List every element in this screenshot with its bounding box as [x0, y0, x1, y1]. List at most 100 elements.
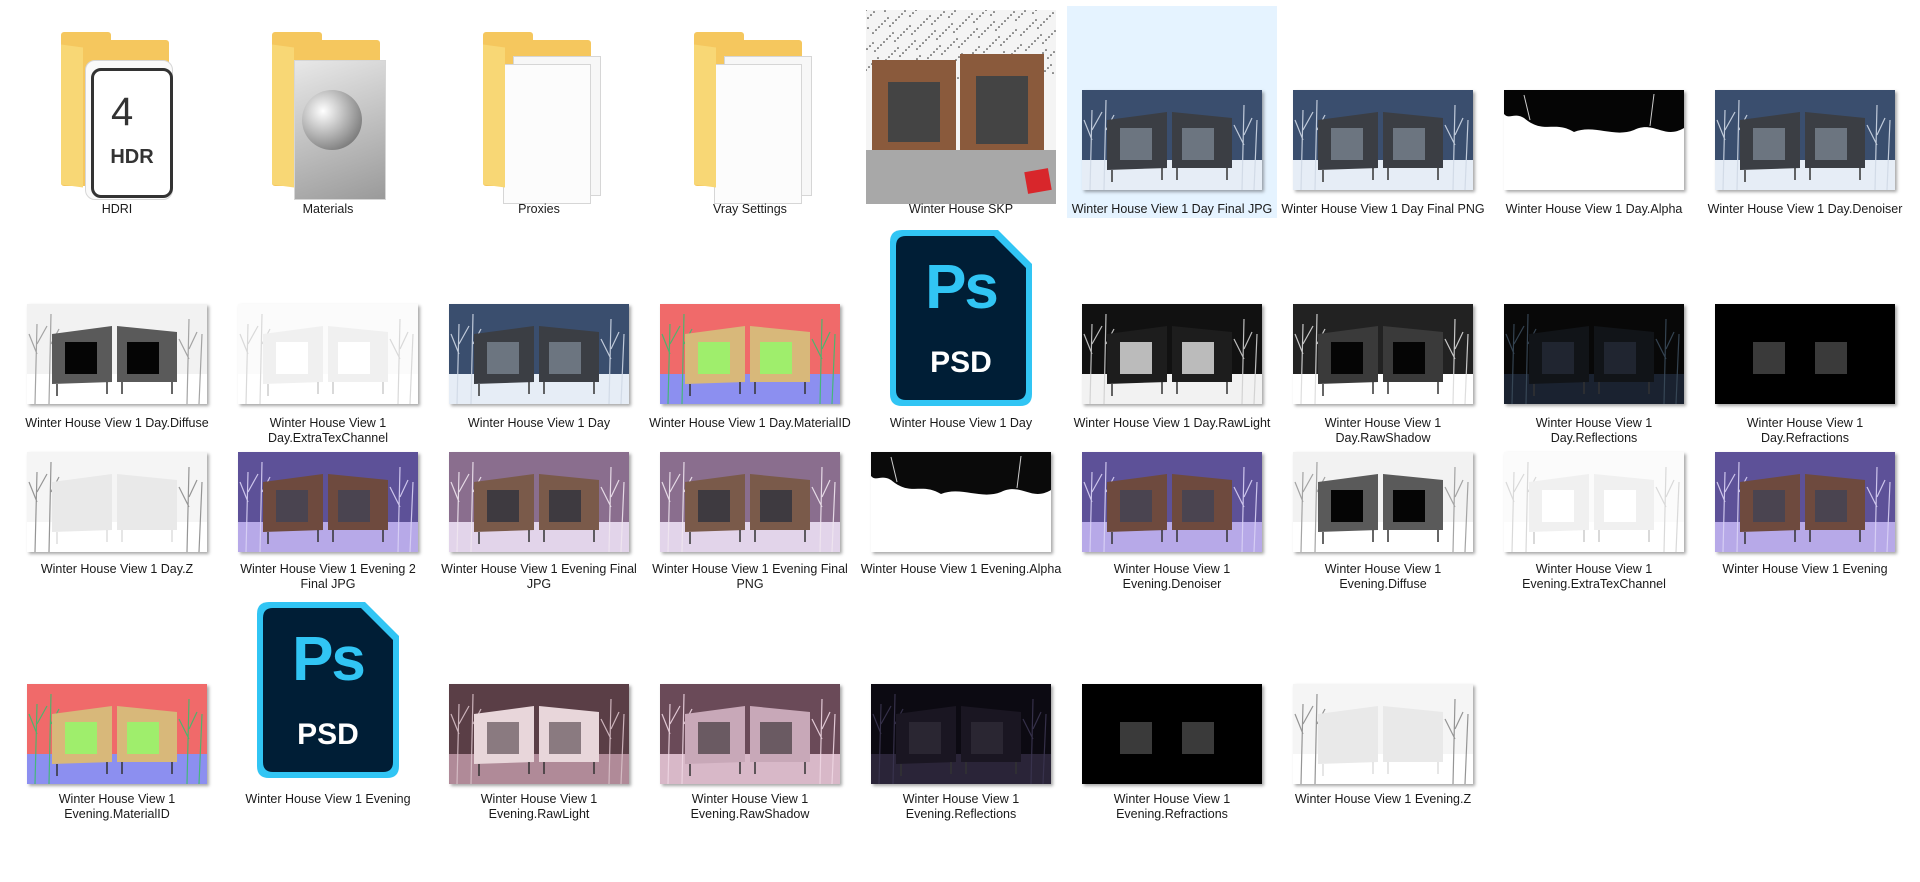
- file-item[interactable]: Winter House View 1 Evening: [1700, 444, 1910, 594]
- file-item[interactable]: Winter House View 1 Evening Final PNG: [645, 444, 855, 594]
- image-thumbnail: [660, 304, 840, 404]
- folder-icon: [469, 20, 609, 204]
- image-thumbnail: [1504, 452, 1684, 552]
- image-thumbnail: [27, 452, 207, 552]
- file-name: Winter House View 1 Day.Denoiser: [1707, 202, 1903, 216]
- file-item[interactable]: Winter House View 1 Day Final JPG: [1067, 6, 1277, 218]
- image-thumbnail: [27, 684, 207, 784]
- file-item[interactable]: Winter House View 1 Day.Denoiser: [1700, 6, 1910, 218]
- image-thumbnail: [27, 304, 207, 404]
- file-name: Winter House View 1 Day.RawShadow: [1324, 416, 1442, 445]
- image-thumbnail: [1715, 304, 1895, 404]
- file-item[interactable]: Winter House View 1 Evening.RawLight: [434, 596, 644, 826]
- image-thumbnail: [1504, 90, 1684, 190]
- image-thumbnail: [449, 452, 629, 552]
- file-name: Winter House View 1 Evening.RawLight: [480, 792, 598, 821]
- file-item[interactable]: Ps PSD Winter House View 1 Evening: [223, 596, 433, 826]
- file-name: Winter House View 1 Evening: [245, 792, 411, 806]
- file-item[interactable]: Vray Settings: [645, 6, 855, 218]
- file-name: Winter House SKP: [908, 202, 1014, 216]
- file-item[interactable]: Winter House View 1 Day.RawLight: [1067, 220, 1277, 450]
- file-item[interactable]: Winter House View 1 Evening.Z: [1278, 596, 1488, 826]
- image-thumbnail: [871, 684, 1051, 784]
- image-thumbnail: [1082, 452, 1262, 552]
- file-name: Proxies: [518, 202, 560, 216]
- file-item[interactable]: Winter House View 1 Evening.RawShadow: [645, 596, 855, 826]
- image-thumbnail: [660, 452, 840, 552]
- skp-thumbnail: [866, 10, 1056, 204]
- file-name: Winter House View 1 Day Final PNG: [1281, 202, 1485, 216]
- file-item[interactable]: Winter House View 1 Evening.Diffuse: [1278, 444, 1488, 594]
- file-item[interactable]: Winter House SKP: [856, 6, 1066, 218]
- file-item[interactable]: Winter House View 1 Day.ExtraTexChannel: [223, 220, 433, 450]
- file-name: Winter House View 1 Evening.Denoiser: [1113, 562, 1231, 591]
- file-item[interactable]: Winter House View 1 Evening.Reflections: [856, 596, 1066, 826]
- file-name: Winter House View 1 Evening.ExtraTexChan…: [1522, 562, 1666, 591]
- file-item[interactable]: HDR 4 HDRI: [12, 6, 222, 218]
- folder-icon: [258, 20, 398, 200]
- image-thumbnail: [871, 452, 1051, 552]
- file-item[interactable]: Winter House View 1 Day.Reflections: [1489, 220, 1699, 450]
- image-thumbnail: [1082, 304, 1262, 404]
- image-thumbnail: [1082, 90, 1262, 190]
- file-name: Winter House View 1 Evening Final PNG: [652, 562, 848, 591]
- file-item[interactable]: Winter House View 1 Day.Refractions: [1700, 220, 1910, 450]
- file-item[interactable]: Winter House View 1 Evening.Denoiser: [1067, 444, 1277, 594]
- file-item[interactable]: Winter House View 1 Day.Z: [12, 444, 222, 594]
- file-name: Winter House View 1 Evening Final JPG: [441, 562, 637, 591]
- file-item[interactable]: Ps PSD Winter House View 1 Day: [856, 220, 1066, 450]
- file-name: Winter House View 1 Day.Refractions: [1746, 416, 1864, 445]
- file-name: Winter House View 1 Evening.Alpha: [860, 562, 1062, 576]
- file-item[interactable]: Winter House View 1 Day.Diffuse: [12, 220, 222, 450]
- file-name: Winter House View 1 Day: [889, 416, 1033, 430]
- file-item[interactable]: Winter House View 1 Evening Final JPG: [434, 444, 644, 594]
- image-thumbnail: [238, 304, 418, 404]
- file-name: Winter House View 1 Day: [467, 416, 611, 430]
- photoshop-psd-icon: Ps PSD: [888, 228, 1034, 408]
- photoshop-psd-icon: Ps PSD: [255, 600, 401, 780]
- file-name: Winter House View 1 Day.Z: [40, 562, 194, 576]
- file-item[interactable]: Winter House View 1 Day.MaterialID: [645, 220, 855, 450]
- file-name: Winter House View 1 Evening.RawShadow: [690, 792, 810, 821]
- file-name: Winter House View 1 Evening.Reflections: [902, 792, 1020, 821]
- file-item[interactable]: Winter House View 1 Day.RawShadow: [1278, 220, 1488, 450]
- file-item[interactable]: Winter House View 1 Evening.Alpha: [856, 444, 1066, 594]
- file-name: Materials: [302, 202, 354, 216]
- file-item[interactable]: Winter House View 1 Evening.MaterialID: [12, 596, 222, 826]
- file-item[interactable]: Materials: [223, 6, 433, 218]
- file-name: Winter House View 1 Day.Alpha: [1505, 202, 1683, 216]
- image-thumbnail: [1293, 90, 1473, 190]
- image-thumbnail: [1715, 90, 1895, 190]
- file-item[interactable]: Winter House View 1 Day.Alpha: [1489, 6, 1699, 218]
- image-thumbnail: [1504, 304, 1684, 404]
- image-thumbnail: [1293, 684, 1473, 784]
- file-name: Vray Settings: [713, 202, 787, 216]
- file-name: Winter House View 1 Day.Diffuse: [25, 416, 209, 430]
- file-item[interactable]: Winter House View 1 Evening.Refractions: [1067, 596, 1277, 826]
- file-name: Winter House View 1 Evening.Z: [1294, 792, 1472, 806]
- file-item[interactable]: Winter House View 1 Evening 2 Final JPG: [223, 444, 433, 594]
- image-thumbnail: [449, 684, 629, 784]
- folder-icon: HDR 4: [47, 20, 187, 200]
- file-item[interactable]: Proxies: [434, 6, 644, 218]
- image-thumbnail: [1082, 684, 1262, 784]
- image-thumbnail: [660, 684, 840, 784]
- image-thumbnail: [449, 304, 629, 404]
- file-name: Winter House View 1 Day.ExtraTexChannel: [268, 416, 388, 445]
- file-name: Winter House View 1 Evening.MaterialID: [58, 792, 176, 821]
- file-item[interactable]: Winter House View 1 Day: [434, 220, 644, 450]
- file-name: Winter House View 1 Evening 2 Final JPG: [240, 562, 416, 591]
- file-name: Winter House View 1 Evening.Diffuse: [1324, 562, 1442, 591]
- image-thumbnail: [1293, 452, 1473, 552]
- image-thumbnail: [1715, 452, 1895, 552]
- hdr-badge: HDR: [110, 146, 154, 168]
- folder-icon: [680, 20, 820, 204]
- file-name: Winter House View 1 Day.MaterialID: [649, 416, 851, 430]
- file-name: Winter House View 1 Evening.Refractions: [1113, 792, 1231, 821]
- file-name: Winter House View 1 Day Final JPG: [1071, 202, 1273, 216]
- file-item[interactable]: Winter House View 1 Day Final PNG: [1278, 6, 1488, 218]
- image-thumbnail: [238, 452, 418, 552]
- image-thumbnail: [1293, 304, 1473, 404]
- file-name: Winter House View 1 Evening: [1722, 562, 1888, 576]
- file-item[interactable]: Winter House View 1 Evening.ExtraTexChan…: [1489, 444, 1699, 594]
